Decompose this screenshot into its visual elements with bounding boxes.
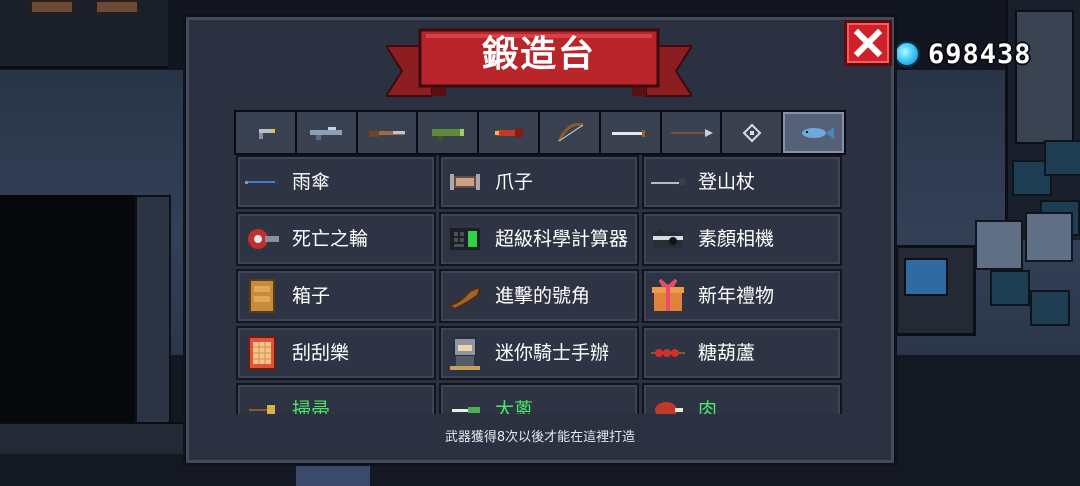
tab-rocket[interactable] xyxy=(479,112,540,153)
tab-staff[interactable] xyxy=(722,112,784,153)
broom-icon xyxy=(242,390,282,414)
item-label: 進擊的號角 xyxy=(495,285,591,307)
close-icon xyxy=(853,28,883,58)
item-label: 死亡之輪 xyxy=(292,228,369,250)
calculator-icon xyxy=(445,219,485,259)
item-cell-broom[interactable]: 掃帚 xyxy=(236,383,436,414)
tab-shotgun[interactable] xyxy=(357,112,419,153)
item-label: 掃帚 xyxy=(292,399,331,414)
item-label: 超級科學計算器 xyxy=(495,228,629,250)
fish-icon xyxy=(801,126,834,139)
item-cell-umbrella[interactable]: 雨傘 xyxy=(236,155,436,209)
item-label: 雨傘 xyxy=(292,171,331,193)
camera-icon xyxy=(648,219,688,259)
box-icon xyxy=(242,276,282,316)
close-button[interactable] xyxy=(844,20,892,66)
item-label: 新年禮物 xyxy=(698,285,775,307)
title-ribbon: 鍛造台 xyxy=(386,24,692,104)
background-crate xyxy=(1030,290,1070,326)
weapon-category-tabs xyxy=(234,110,846,155)
scratch-card-icon xyxy=(242,333,282,373)
item-cell-claw[interactable]: 爪子 xyxy=(439,155,639,209)
background-stand xyxy=(1025,212,1073,262)
item-cell-horn[interactable]: 進擊的號角 xyxy=(439,269,639,323)
page-title: 鍛造台 xyxy=(481,33,596,75)
meat-icon xyxy=(648,390,688,414)
rifle-icon xyxy=(310,126,343,140)
death-wheel-icon xyxy=(242,219,282,259)
tab-fish[interactable] xyxy=(783,112,844,153)
pistol-icon xyxy=(259,128,276,139)
launcher-icon xyxy=(431,128,464,140)
rocket-icon xyxy=(494,127,523,138)
item-grid: 雨傘 爪子 登山杖 死亡之輪 超級科學計算器 素顏相機 箱子 進擊的號角 新年禮… xyxy=(234,155,842,414)
leek-icon xyxy=(445,390,485,414)
background-ledge xyxy=(0,422,185,454)
background-shelf xyxy=(0,0,168,69)
gift-icon xyxy=(648,276,688,316)
item-label: 素顏相機 xyxy=(698,228,775,250)
spear-icon xyxy=(670,128,713,137)
background-crate xyxy=(990,270,1030,306)
background-pillar xyxy=(135,195,171,429)
item-grid-viewport[interactable]: 雨傘 爪子 登山杖 死亡之輪 超級科學計算器 素顏相機 箱子 進擊的號角 新年禮… xyxy=(234,155,846,414)
coin-value: 698438 xyxy=(928,38,1032,70)
tab-bow[interactable] xyxy=(539,112,601,153)
horn-icon xyxy=(445,276,485,316)
forge-requirement-hint: 武器獲得8次以後才能在這裡打造 xyxy=(444,430,636,445)
item-label: 大蔥 xyxy=(495,399,534,414)
background-crate xyxy=(1044,140,1080,176)
item-cell-gift[interactable]: 新年禮物 xyxy=(642,269,842,323)
hiking-pole-icon xyxy=(648,162,688,202)
tab-sword[interactable] xyxy=(600,112,662,153)
background-stand xyxy=(975,220,1023,270)
tab-spear[interactable] xyxy=(661,112,723,153)
item-label: 爪子 xyxy=(495,171,534,193)
shotgun-icon xyxy=(368,130,405,137)
umbrella-icon xyxy=(242,162,282,202)
coin-counter: 698438 xyxy=(894,38,1032,70)
background-locker xyxy=(1015,10,1074,144)
item-label: 箱子 xyxy=(292,285,331,307)
bow-icon xyxy=(558,122,584,142)
sword-icon xyxy=(612,129,651,137)
item-cell-candied-haws[interactable]: 糖葫蘆 xyxy=(642,326,842,380)
item-cell-box[interactable]: 箱子 xyxy=(236,269,436,323)
gem-icon xyxy=(894,41,920,67)
tab-pistol[interactable] xyxy=(236,112,297,153)
background-dark-area xyxy=(0,195,140,425)
candied-haws-icon xyxy=(648,333,688,373)
item-cell-camera[interactable]: 素顏相機 xyxy=(642,212,842,266)
item-cell-death-wheel[interactable]: 死亡之輪 xyxy=(236,212,436,266)
item-cell-scratch-card[interactable]: 刮刮樂 xyxy=(236,326,436,380)
item-label: 登山杖 xyxy=(698,171,756,193)
tab-launcher[interactable] xyxy=(418,112,480,153)
item-label: 糖葫蘆 xyxy=(698,342,756,364)
knight-figure-icon xyxy=(445,333,485,373)
tab-rifle[interactable] xyxy=(296,112,358,153)
item-cell-meat[interactable]: 肉 xyxy=(642,383,842,414)
item-label: 迷你騎士手辦 xyxy=(495,342,610,364)
item-label: 肉 xyxy=(698,399,718,414)
item-cell-calculator[interactable]: 超級科學計算器 xyxy=(439,212,639,266)
item-label: 刮刮樂 xyxy=(292,342,350,364)
claw-icon xyxy=(445,162,485,202)
item-cell-hiking-pole[interactable]: 登山杖 xyxy=(642,155,842,209)
background-desk xyxy=(895,245,976,336)
item-cell-knight-figure[interactable]: 迷你騎士手辦 xyxy=(439,326,639,380)
staff-icon xyxy=(742,123,762,142)
item-cell-leek[interactable]: 大蔥 xyxy=(439,383,639,414)
